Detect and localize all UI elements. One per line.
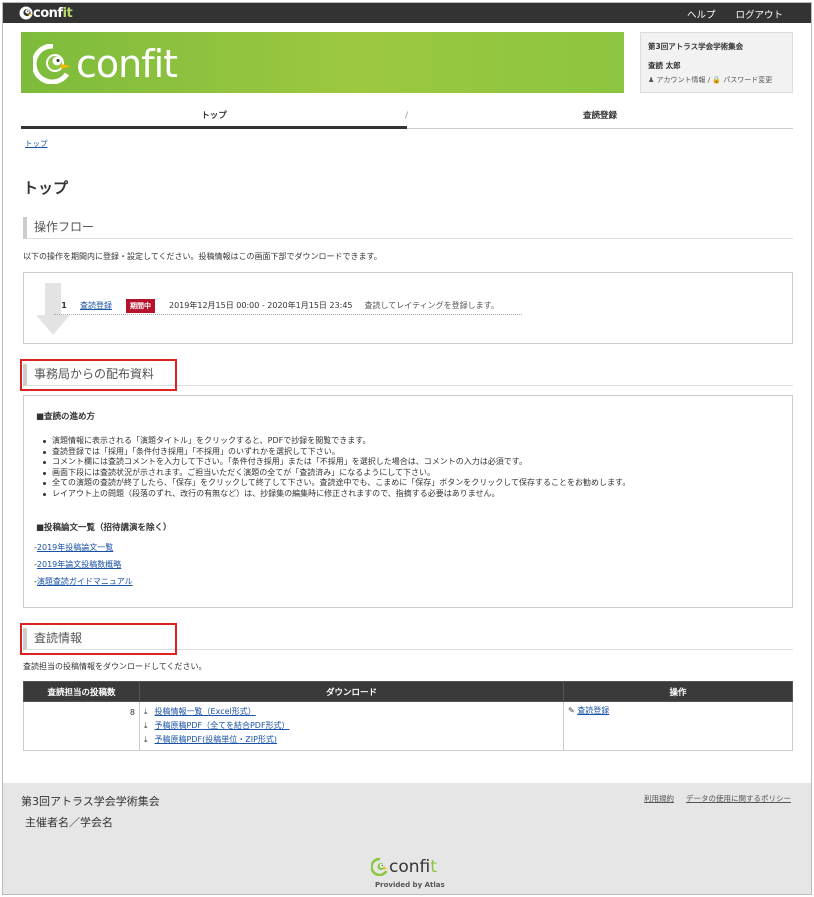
confit-logo[interactable]: confit bbox=[33, 42, 178, 86]
flow-heading: 操作フロー bbox=[23, 217, 793, 239]
list-item: レイアウト上の問題（段落のずれ、改行の有無など）は、抄録集の編集時に修正されます… bbox=[40, 489, 780, 500]
logout-link[interactable]: ログアウト bbox=[735, 7, 783, 21]
list-item: 査読登録では「採用」「条件付き採用」「不採用」のいずれかを選択して下さい。 bbox=[40, 447, 780, 458]
download-icon: ⤓ bbox=[144, 721, 148, 730]
user-name: 査読 太郎 bbox=[648, 61, 681, 70]
flow-period: 2019年12月15日 00:00 - 2020年1月15日 23:45 bbox=[169, 301, 353, 310]
highlight-box bbox=[20, 623, 177, 655]
tab-top[interactable]: トップ bbox=[21, 105, 407, 129]
list-item: 画面下段には査読状況が示されます。ご担当いただく演題の全てが「査読済み」になるよ… bbox=[40, 468, 780, 479]
submission-count: 8 bbox=[23, 701, 140, 751]
download-merged-pdf-link[interactable]: 予稿原稿PDF（全てを結合PDF形式） bbox=[155, 721, 290, 730]
download-icon: ⤓ bbox=[144, 707, 148, 716]
link-separator: / bbox=[707, 76, 711, 84]
action-cell: ✎ 査読登録 bbox=[563, 701, 793, 751]
list-item: コメント欄には査読コメントを入力して下さい。「条件付き採用」または「不採用」を選… bbox=[40, 457, 780, 468]
confit-logo-small[interactable]: confit bbox=[19, 5, 73, 21]
review-table: 査読担当の投稿数 ダウンロード 操作 8 ⤓ 投稿情報一覧（Excel形式） ⤓… bbox=[23, 681, 793, 751]
highlight-box bbox=[20, 359, 177, 391]
download-excel-link[interactable]: 投稿情報一覧（Excel形式） bbox=[155, 707, 256, 716]
review-description: 査読担当の投稿情報をダウンロードしてください。 bbox=[23, 662, 207, 671]
submission-summary-link[interactable]: 2019年論文投稿数概略 bbox=[37, 560, 121, 569]
papers-list-title: ■投稿論文一覧（招待講演を除く） bbox=[36, 523, 172, 533]
person-icon: ♟ bbox=[648, 76, 655, 84]
account-info-link[interactable]: アカウント情報 bbox=[657, 76, 706, 84]
page-frame: confit ヘルプ ログアウト confit 第3回アトラス学会学術集会 査読… bbox=[2, 2, 812, 895]
table-row: 8 ⤓ 投稿情報一覧（Excel形式） ⤓ 予稿原稿PDF（全てを結合PDF形式… bbox=[23, 701, 793, 751]
footer-logo-text: conf bbox=[389, 857, 431, 877]
document-link-row: -演題査読ガイドマニュアル bbox=[34, 573, 780, 590]
conference-name: 第3回アトラス学会学術集会 bbox=[648, 42, 744, 51]
main-tabs: トップ / 査読登録 bbox=[21, 105, 793, 129]
column-header: 査読担当の投稿数 bbox=[23, 681, 140, 702]
download-cell: ⤓ 投稿情報一覧（Excel形式） ⤓ 予稿原稿PDF（全てを結合PDF形式） … bbox=[139, 701, 564, 751]
duck-logo-icon bbox=[371, 858, 388, 876]
flow-description: 以下の操作を期間内に登録・設定してください。投稿情報はこの画面下部でダウンロード… bbox=[23, 252, 382, 261]
flow-step-number: 1 bbox=[61, 301, 67, 310]
download-icon: ⤓ bbox=[144, 735, 148, 744]
footer: 第3回アトラス学会学術集会 主催者名／学会名 利用規約 データの使用に関するポリ… bbox=[3, 783, 811, 894]
tab-review-registration[interactable]: 査読登録 bbox=[407, 105, 793, 129]
header-banner: confit bbox=[21, 32, 624, 93]
review-registration-link[interactable]: 査読登録 bbox=[577, 706, 609, 715]
document-link-row: -2019年投稿論文一覧 bbox=[34, 539, 780, 556]
user-info-box: 第3回アトラス学会学術集会 査読 太郎 ♟ アカウント情報 / 🔒 パスワード変… bbox=[640, 32, 793, 93]
edit-icon: ✎ bbox=[568, 706, 575, 715]
papers-2019-link[interactable]: 2019年投稿論文一覧 bbox=[37, 543, 113, 552]
logo-text: conf bbox=[33, 5, 63, 21]
logo-text-it: it bbox=[62, 5, 73, 21]
column-header: ダウンロード bbox=[139, 681, 564, 702]
flow-box: 1 査読登録 期間中 2019年12月15日 00:00 - 2020年1月15… bbox=[23, 272, 793, 344]
footer-organizer: 主催者名／学会名 bbox=[25, 816, 113, 829]
footer-conference-name: 第3回アトラス学会学術集会 bbox=[21, 795, 160, 808]
list-item: 全ての演題の査読が終了したら、「保存」をクリックして終了して下さい。査読途中でも… bbox=[40, 478, 780, 489]
help-link[interactable]: ヘルプ bbox=[687, 7, 716, 21]
footer-confit-logo[interactable]: confit bbox=[371, 857, 437, 877]
page-title: トップ bbox=[23, 179, 69, 197]
lock-icon: 🔒 bbox=[712, 76, 722, 84]
flow-note: 査読してレイティングを登録します。 bbox=[364, 301, 499, 310]
provided-by: Provided by Atlas bbox=[375, 881, 445, 889]
status-badge: 期間中 bbox=[126, 298, 155, 313]
list-item: 演題情報に表示される「演題タイトル」をクリックすると、PDFで抄録を閲覧できます… bbox=[40, 436, 780, 447]
review-manual-link[interactable]: 演題査読ガイドマニュアル bbox=[37, 577, 133, 586]
duck-logo-icon bbox=[19, 6, 33, 20]
terms-link[interactable]: 利用規約 bbox=[644, 793, 674, 804]
flow-row: 1 査読登録 期間中 2019年12月15日 00:00 - 2020年1月15… bbox=[54, 297, 522, 315]
breadcrumb[interactable]: トップ bbox=[25, 138, 48, 149]
duck-logo-icon bbox=[33, 44, 71, 84]
review-guide-title: ■査読の進め方 bbox=[36, 412, 96, 422]
data-policy-link[interactable]: データの使用に関するポリシー bbox=[686, 793, 791, 804]
column-header: 操作 bbox=[563, 681, 793, 702]
footer-logo-text-it: it bbox=[430, 857, 437, 877]
review-guide-list: 演題情報に表示される「演題タイトル」をクリックすると、PDFで抄録を閲覧できます… bbox=[40, 436, 780, 499]
banner-logo-text: confit bbox=[76, 42, 178, 86]
flow-review-link[interactable]: 査読登録 bbox=[80, 300, 112, 311]
password-change-link[interactable]: パスワード変更 bbox=[723, 76, 772, 84]
document-link-row: -2019年論文投稿数概略 bbox=[34, 556, 780, 573]
download-zip-link[interactable]: 予稿原稿PDF(投稿単位・ZIP形式) bbox=[155, 735, 278, 744]
distribution-box: ■査読の進め方 演題情報に表示される「演題タイトル」をクリックすると、PDFで抄… bbox=[23, 395, 793, 608]
top-bar: confit ヘルプ ログアウト bbox=[3, 3, 811, 23]
